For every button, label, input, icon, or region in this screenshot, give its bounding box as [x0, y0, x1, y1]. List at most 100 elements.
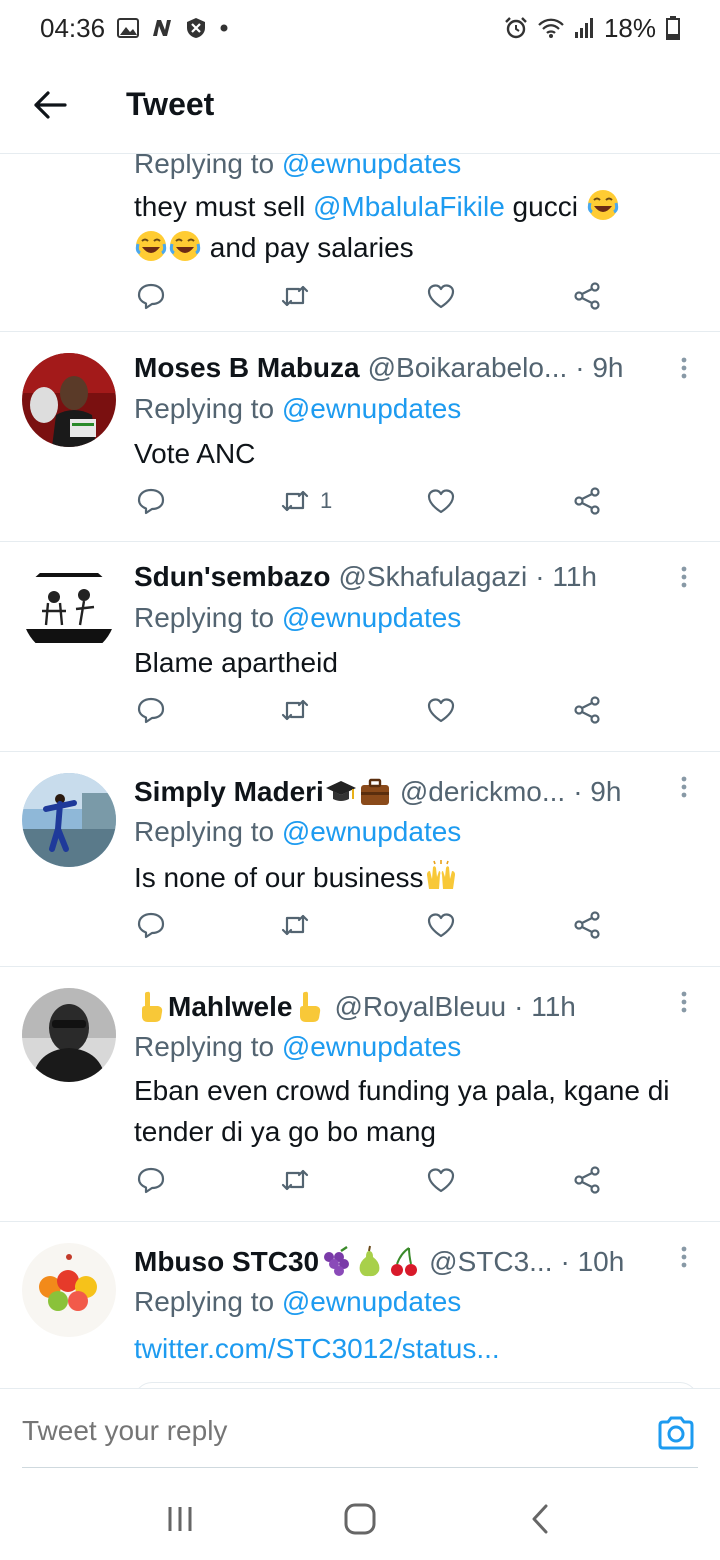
- reply-mention-link[interactable]: @ewnupdates: [282, 1286, 461, 1317]
- share-button[interactable]: [572, 690, 602, 730]
- pointing-up-hand-emoji: [300, 991, 321, 1022]
- share-icon: [574, 911, 600, 939]
- reply-button[interactable]: [136, 690, 166, 730]
- retweet-button[interactable]: [280, 905, 310, 945]
- reply-mention-link[interactable]: @ewnupdates: [282, 602, 461, 633]
- tweet-header: Sdun'sembazo @Skhafulagazi · 11h: [134, 557, 700, 597]
- back-nav-icon: [532, 1504, 548, 1534]
- tweet-card[interactable]: Mahlwele @RoyalBleuu · 11h Replying to @…: [0, 967, 720, 1222]
- tweet-text: Vote ANC: [134, 438, 256, 469]
- tweet-header: Mahlwele @RoyalBleuu · 11h: [134, 987, 700, 1027]
- like-button[interactable]: [426, 905, 456, 945]
- tweet-header: Mbuso STC30 @STC3... · 10h: [134, 1242, 700, 1282]
- like-button[interactable]: [426, 690, 456, 730]
- replying-to: Replying to @ewnupdates: [134, 1031, 461, 1063]
- tweet-card[interactable]: Simply Maderi @derickmo... · 9h Replying…: [0, 752, 720, 967]
- status-left: 04:36: [40, 13, 229, 44]
- tweet-actions: [134, 276, 614, 316]
- tweet-actions: [134, 905, 614, 945]
- author-handle[interactable]: @derickmo...: [400, 776, 565, 808]
- tweet-card[interactable]: Mbuso STC30 @STC3... · 10h Replying to @…: [0, 1222, 720, 1388]
- more-options-button[interactable]: [670, 767, 698, 807]
- reply-underline: [22, 1467, 698, 1468]
- author-handle[interactable]: @Boikarabelo...: [368, 352, 568, 384]
- author-name[interactable]: Mahlwele: [168, 991, 292, 1023]
- graduation-cap-emoji: [325, 781, 356, 801]
- gallery-icon: [117, 18, 140, 38]
- reply-button[interactable]: [136, 905, 166, 945]
- tweet-card[interactable]: Replying to @ewnupdates they must sell @…: [0, 154, 720, 332]
- tweet-link[interactable]: twitter.com/STC3012/status...: [134, 1333, 500, 1364]
- share-button[interactable]: [572, 276, 602, 316]
- author-name[interactable]: Simply Maderi: [134, 776, 324, 808]
- status-bar: 04:36 18%: [0, 0, 720, 56]
- avatar[interactable]: [22, 1243, 116, 1337]
- like-button[interactable]: [426, 1160, 456, 1200]
- retweet-button[interactable]: [280, 1160, 310, 1200]
- avatar[interactable]: [22, 988, 116, 1082]
- battery-percent: 18%: [603, 12, 656, 43]
- reply-mention-link[interactable]: @ewnupdates: [282, 393, 461, 424]
- face-with-tears-of-joy-emoji: [587, 190, 618, 220]
- reply-button[interactable]: [136, 276, 166, 316]
- signal-icon: [574, 17, 594, 39]
- tweet-actions: [134, 1160, 614, 1200]
- face-with-tears-of-joy-emoji: [135, 231, 167, 261]
- avatar[interactable]: [22, 563, 116, 657]
- reply-button[interactable]: [136, 481, 166, 521]
- camera-button[interactable]: [656, 1413, 696, 1453]
- avatar[interactable]: [22, 773, 116, 867]
- home-icon: [344, 1503, 376, 1535]
- reply-mention-link[interactable]: @ewnupdates: [282, 1031, 461, 1062]
- share-button[interactable]: [572, 1160, 602, 1200]
- reply-input[interactable]: [22, 1415, 582, 1447]
- like-button[interactable]: [426, 276, 456, 316]
- replying-to-label: Replying to: [134, 1286, 282, 1317]
- tweet-header: Moses B Mabuza @Boikarabelo... · 9h: [134, 348, 700, 388]
- author-name[interactable]: Mbuso STC30: [134, 1246, 319, 1278]
- reply-mention-link[interactable]: @ewnupdates: [282, 816, 461, 847]
- reply-button[interactable]: [136, 1160, 166, 1200]
- retweet-button[interactable]: 1: [280, 481, 332, 521]
- more-options-button[interactable]: [670, 1237, 698, 1277]
- page-title: Tweet: [126, 86, 215, 122]
- more-options-button[interactable]: [670, 348, 698, 388]
- author-handle[interactable]: @STC3...: [429, 1246, 552, 1278]
- back-button[interactable]: [20, 75, 80, 135]
- share-button[interactable]: [572, 905, 602, 945]
- home-button[interactable]: [330, 1489, 390, 1549]
- retweet-icon: [281, 490, 309, 512]
- mention-link[interactable]: @MbalulaFikile: [313, 191, 505, 222]
- more-options-button[interactable]: [670, 557, 698, 597]
- recent-apps-button[interactable]: [150, 1489, 210, 1549]
- author-name[interactable]: Moses B Mabuza: [134, 352, 360, 384]
- more-vertical-icon: [681, 776, 687, 798]
- tweet-text: Is none of our business: [134, 857, 680, 898]
- replying-to: Replying to @ewnupdates: [134, 602, 461, 634]
- like-button[interactable]: [426, 481, 456, 521]
- replying-to-label: Replying to: [134, 602, 282, 633]
- author-name[interactable]: Sdun'sembazo: [134, 561, 330, 593]
- n-app-icon: [151, 18, 173, 38]
- tweet-text: they must sell @MbalulaFikile gucci and …: [134, 186, 680, 268]
- author-handle[interactable]: @Skhafulagazi: [338, 561, 527, 593]
- like-icon: [427, 913, 455, 938]
- tweet-card[interactable]: Moses B Mabuza @Boikarabelo... · 9h Repl…: [0, 333, 720, 542]
- retweet-button[interactable]: [280, 276, 310, 316]
- share-button[interactable]: [572, 481, 602, 521]
- pointing-up-hand-emoji: [142, 991, 163, 1022]
- status-right: 18%: [504, 13, 680, 44]
- tweet-card[interactable]: Sdun'sembazo @Skhafulagazi · 11h Replyin…: [0, 542, 720, 752]
- tweet-time: · 11h: [535, 561, 597, 592]
- replying-to-label: Replying to: [134, 816, 282, 847]
- replies-feed[interactable]: Replying to @ewnupdates they must sell @…: [0, 154, 720, 1388]
- battery-icon: [666, 16, 680, 40]
- avatar[interactable]: [22, 353, 116, 447]
- back-nav-button[interactable]: [510, 1489, 570, 1549]
- author-handle[interactable]: @RoyalBleuu: [334, 991, 506, 1023]
- retweet-button[interactable]: [280, 690, 310, 730]
- reply-mention-link[interactable]: @ewnupdates: [282, 154, 461, 179]
- more-options-button[interactable]: [670, 982, 698, 1022]
- tweet-text-part: they must sell: [134, 191, 313, 222]
- retweet-icon: [281, 699, 309, 721]
